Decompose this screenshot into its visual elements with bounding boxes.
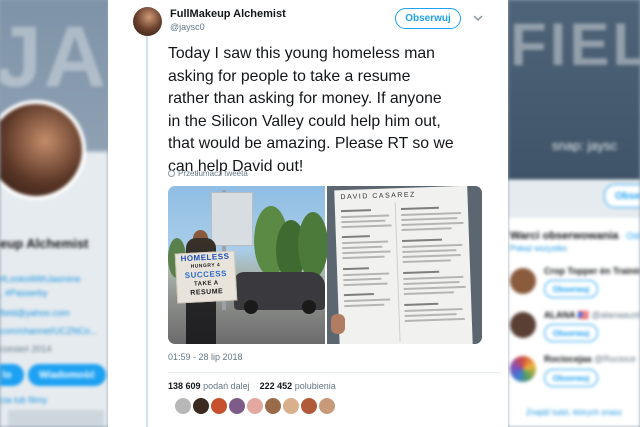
background-banner-text-right: FIEL [510, 11, 640, 78]
refresh-link[interactable]: · Odś [618, 231, 640, 241]
resume-title: DAVID CASAREZ [340, 191, 416, 202]
background-sidebar-panel: FIEL snap: jaysc Obserwu Warci obserwowa… [508, 0, 640, 427]
background-follow-button-right[interactable]: Obserwu [604, 184, 640, 208]
liker-avatar[interactable] [246, 397, 264, 415]
author-handle[interactable]: @jaysc0 [170, 22, 205, 32]
suggestion-follow-button[interactable]: Obserwuj [544, 324, 598, 342]
tweet-photo-man-with-sign[interactable]: HOMELESS HUNGRY 4 SUCCESS TAKE A RESUME [168, 186, 328, 344]
background-profile-joined: rzesień 2014 [0, 344, 52, 354]
follow-button[interactable]: Obserwuj [395, 8, 461, 29]
background-message-button[interactable]: Wiadomość [28, 364, 106, 386]
translate-label: Przetłumacz tweeta [178, 169, 248, 178]
likes-label[interactable]: polubienia [295, 381, 336, 391]
suggestion-name[interactable]: ALANA 🇵🇷 @alanaausto [544, 310, 640, 321]
globe-icon [168, 170, 175, 177]
retweets-count[interactable]: 138 609 [168, 381, 201, 391]
liker-avatar[interactable] [264, 397, 282, 415]
suggestion-handle: @Rocioce [594, 354, 636, 364]
chevron-down-icon[interactable] [472, 12, 484, 24]
who-to-follow-title: Warci obserwowania [510, 230, 619, 242]
suggestion-name[interactable]: Rociocejaa @Rocioce [544, 354, 636, 364]
background-snap-text: snap: jaysc [552, 138, 618, 153]
likes-count[interactable]: 222 452 [260, 381, 293, 391]
suggestion-follow-button[interactable]: Obserwuj [544, 280, 598, 298]
liker-avatar[interactable] [318, 397, 336, 415]
author-avatar[interactable] [133, 7, 162, 36]
tweet-text: Today I saw this young homeless man aski… [168, 45, 454, 175]
suggestion-name[interactable]: Crop Topper ėn Training [544, 266, 640, 276]
liker-avatar[interactable] [282, 397, 300, 415]
sign-line: RESUME [190, 288, 224, 297]
background-photo-thumbnails [8, 410, 104, 427]
retweets-label[interactable]: podań dalej [203, 381, 250, 391]
background-banner-text: JASI [0, 9, 108, 105]
resume-paper: DAVID CASAREZ [334, 186, 473, 344]
liker-avatar[interactable] [174, 397, 192, 415]
tweet-photo-resume[interactable]: DAVID CASAREZ [327, 186, 482, 344]
suggestion-follow-button[interactable]: Obserwuj [544, 369, 598, 387]
thread-line [146, 36, 148, 427]
background-profile-hashtag[interactable]: #LooksWithJasmine [0, 274, 81, 284]
tweet-stats: 138 609 podań dalej 222 452 polubienia [168, 381, 336, 391]
liker-avatar[interactable] [210, 397, 228, 415]
tweet-media: HOMELESS HUNGRY 4 SUCCESS TAKE A RESUME … [168, 186, 482, 344]
suggestion-name-text: ALANA 🇵🇷 [544, 310, 589, 320]
suggestion-name-text: Rociocejaa [544, 354, 592, 364]
liker-avatar[interactable] [228, 397, 246, 415]
tweet-timestamp[interactable]: 01:59 - 28 lip 2018 [168, 352, 243, 362]
tweet-card: FullMakeup Alchemist @jaysc0 Obserwuj To… [108, 0, 508, 427]
background-profile-panel: JASI eup Alchemist #LooksWithJasmine , #… [0, 0, 108, 427]
suggestion-handle: @alanaausto [591, 310, 640, 320]
author-display-name[interactable]: FullMakeup Alchemist [170, 8, 286, 20]
show-all-link[interactable]: Pokaż wszystko [510, 244, 567, 253]
cardboard-sign: HOMELESS HUNGRY 4 SUCCESS TAKE A RESUME [174, 250, 238, 304]
background-profile-name: eup Alchemist [0, 236, 89, 251]
suggestion-avatar [510, 268, 536, 294]
who-to-follow-heading: Warci obserwowania · Odś [510, 230, 640, 242]
liker-avatar[interactable] [192, 397, 210, 415]
find-people-link[interactable]: Znajdź ludzi, których znasz [526, 408, 622, 417]
liker-avatar[interactable] [300, 397, 318, 415]
translate-tweet-link[interactable]: Przetłumacz tweeta [168, 169, 248, 178]
background-profile-avatar [0, 100, 86, 200]
divider [168, 372, 500, 373]
background-photos-link[interactable]: cia lub filmy [0, 395, 47, 405]
background-profile-channel-link[interactable]: com/channel/UCZNCo... [0, 326, 98, 336]
background-profile-hashtag-2[interactable]: , #Passerby [0, 288, 48, 298]
suggestion-avatar [510, 312, 536, 338]
background-follow-button[interactable]: lo [0, 364, 24, 386]
suggestion-avatar [510, 356, 536, 382]
background-profile-email[interactable]: field@yahoo.com [0, 308, 70, 318]
